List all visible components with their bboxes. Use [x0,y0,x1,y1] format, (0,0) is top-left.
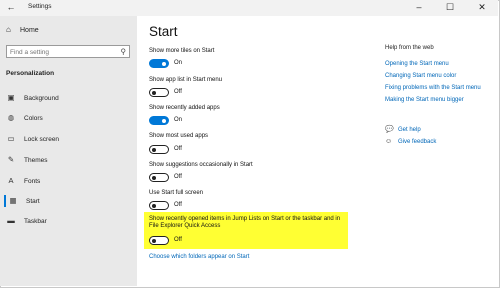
toggle-knob [162,118,166,123]
sidebar-item-themes[interactable]: ✎ Themes [6,154,132,166]
toggle-knob [152,147,156,152]
setting-recently-added: Show recently added apps [149,105,220,111]
sidebar-item-label: Background [24,95,59,102]
choose-folders-link[interactable]: Choose which folders appear on Start [149,254,249,260]
toggle-jump-lists[interactable] [149,236,169,245]
help-link-bigger[interactable]: Making the Start menu bigger [385,97,464,103]
taskbar-icon: ▬ [7,216,15,225]
setting-label: Show most used apps [149,133,209,139]
toggle-app-list[interactable] [149,88,169,97]
section-heading: Personalization [6,70,55,77]
setting-label: Show more tiles on Start [149,48,215,54]
setting-label-line2: File Explorer Quick Access [149,223,221,229]
toggle-knob [152,175,156,180]
setting-app-list: Show app list in Start menu [149,77,222,83]
toggle-most-used[interactable] [149,145,169,154]
home-icon: ⌂ [6,25,11,34]
search-icon[interactable]: ⚲ [121,47,127,56]
setting-suggestions: Show suggestions occasionally in Start [149,162,253,168]
search-box[interactable]: ⚲ [6,45,130,58]
toggle-knob [152,203,156,208]
sidebar-item-label: Taskbar [24,218,47,225]
toggle-knob [152,90,156,95]
setting-label: Show app list in Start menu [149,77,223,83]
font-icon: A [8,176,14,185]
palette-icon: ◍ [7,113,15,122]
toggle-knob [152,238,156,243]
sidebar-item-lock-screen[interactable]: ▭ Lock screen [6,133,132,145]
lock-screen-icon: ▭ [7,134,15,143]
setting-label: Show suggestions occasionally in Start [149,162,253,168]
setting-label-line1: Show recently opened items in Jump Lists… [149,216,341,222]
sidebar-item-label: Colors [24,115,43,122]
setting-most-used: Show most used apps [149,133,208,139]
toggle-full-screen[interactable] [149,201,169,210]
toggle-knob [162,61,166,66]
toggle-recently-added[interactable] [149,116,169,125]
setting-label: Use Start full screen [149,190,204,196]
sidebar-item-taskbar[interactable]: ▬ Taskbar [6,215,132,227]
give-feedback-link[interactable]: ☺ Give feedback [385,138,436,145]
help-link-changing-color[interactable]: Changing Start menu color [385,73,456,79]
sidebar-item-start[interactable]: ▦ Start [4,195,134,207]
feedback-icon: ☺ [385,138,393,145]
toggle-state: Off [174,174,182,180]
toggle-state: Off [174,202,182,208]
toggle-more-tiles[interactable] [149,59,169,68]
window-title: Settings [28,3,52,10]
help-link-opening[interactable]: Opening the Start menu [385,61,449,67]
sidebar-item-background[interactable]: ▣ Background [6,92,132,104]
maximize-button[interactable]: ☐ [442,1,458,14]
sidebar-item-label: Lock screen [24,136,60,143]
toggle-state: Off [174,237,182,243]
back-arrow-icon[interactable]: ← [6,2,16,13]
setting-full-screen: Use Start full screen [149,190,203,196]
toggle-state: Off [174,89,182,95]
sidebar-home[interactable]: ⌂ Home [6,25,39,34]
toggle-state: On [174,117,183,123]
setting-more-tiles: Show more tiles on Start [149,48,214,54]
setting-label: Show recently added apps [149,105,220,111]
title-bar: ← Settings – ☐ ✕ [0,0,498,16]
sidebar-item-label: Themes [24,157,48,164]
start-icon: ▦ [9,196,17,205]
sidebar-item-colors[interactable]: ◍ Colors [6,112,132,124]
help-heading: Help from the web [385,45,434,51]
page-title: Start [149,24,178,39]
chat-icon: 💬 [385,126,394,133]
brush-icon: ✎ [7,155,15,164]
help-link-fixing-problems[interactable]: Fixing problems with the Start menu [385,85,481,91]
toggle-suggestions[interactable] [149,173,169,182]
toggle-state: On [174,60,183,66]
get-help-label: Get help [398,127,421,133]
sidebar-item-label: Fonts [24,178,41,185]
close-button[interactable]: ✕ [474,1,490,14]
search-input[interactable] [10,47,110,57]
setting-jump-lists: Show recently opened items in Jump Lists… [149,216,340,229]
get-help-link[interactable]: 💬 Get help [385,125,421,133]
toggle-state: Off [174,146,182,152]
sidebar-item-label: Start [26,198,40,205]
image-icon: ▣ [7,93,15,102]
sidebar-item-fonts[interactable]: A Fonts [6,175,132,187]
minimize-button[interactable]: – [411,1,427,14]
home-label: Home [20,27,39,34]
give-feedback-label: Give feedback [398,139,437,145]
